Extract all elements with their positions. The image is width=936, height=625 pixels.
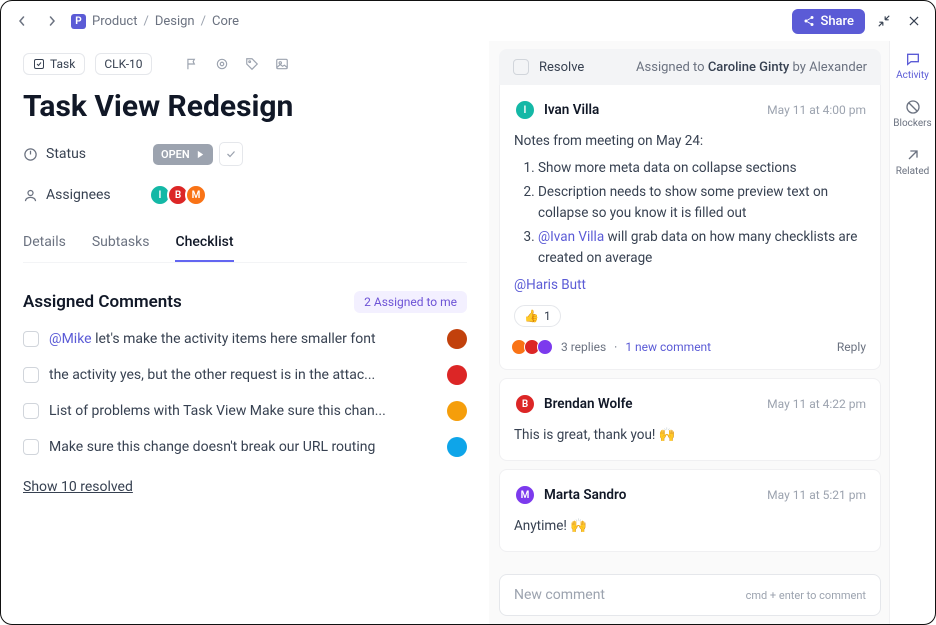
comment-text: Make sure this change doesn't break our … xyxy=(49,439,437,455)
resolve-label: Resolve xyxy=(539,60,584,75)
image-icon[interactable] xyxy=(272,54,292,74)
avatar xyxy=(447,365,467,385)
comment-checkbox[interactable] xyxy=(23,367,39,383)
comment-time: May 11 at 5:21 pm xyxy=(767,488,866,502)
rail-blockers[interactable]: Blockers xyxy=(890,99,935,129)
assignee-avatars[interactable]: I B M xyxy=(153,184,207,206)
comment-checkbox[interactable] xyxy=(23,331,39,347)
assignees-label: Assignees xyxy=(46,187,111,203)
reply-avatars xyxy=(514,339,553,355)
new-comment-input[interactable]: New comment cmd + enter to comment xyxy=(499,574,881,616)
breadcrumb-mid: Design xyxy=(155,14,195,29)
show-resolved-link[interactable]: Show 10 resolved xyxy=(23,479,467,495)
comment-checkbox[interactable] xyxy=(23,403,39,419)
comment-text: @Mike let's make the activity items here… xyxy=(49,331,437,347)
resolve-assigned-meta: Assigned to Caroline Ginty by Alexander xyxy=(636,60,867,75)
composer-hint: cmd + enter to comment xyxy=(746,589,866,602)
list-item: @Ivan Villa will grab data on how many c… xyxy=(538,227,866,269)
comment-text: the activity yes, but the other request … xyxy=(49,367,437,383)
reaction-count: 1 xyxy=(544,309,551,323)
comment-time: May 11 at 4:22 pm xyxy=(767,397,866,411)
tab-subtasks[interactable]: Subtasks xyxy=(92,234,150,262)
blocker-icon xyxy=(905,99,921,115)
reply-link[interactable]: Reply xyxy=(837,340,866,354)
reaction-emoji: 👍 xyxy=(524,309,539,323)
avatar xyxy=(447,329,467,349)
nav-forward[interactable] xyxy=(41,10,63,32)
comment-author: Brendan Wolfe xyxy=(544,396,633,412)
close-icon[interactable] xyxy=(903,10,925,32)
list-item: Description needs to show some preview t… xyxy=(538,182,866,224)
list-item: Show more meta data on collapse sections xyxy=(538,158,866,179)
status-icon xyxy=(23,147,38,162)
breadcrumb-leaf: Core xyxy=(212,14,239,29)
tag-icon[interactable] xyxy=(242,54,262,74)
assigned-badge: 2 Assigned to me xyxy=(354,291,467,313)
breadcrumb-project: Product xyxy=(92,14,137,29)
flag-icon[interactable] xyxy=(182,54,202,74)
collapse-icon[interactable] xyxy=(873,10,895,32)
comment-time: May 11 at 4:00 pm xyxy=(767,103,866,117)
avatar: I xyxy=(514,99,536,121)
comment-body: This is great, thank you! 🙌 xyxy=(514,425,866,446)
mention[interactable]: @Haris Butt xyxy=(514,275,866,296)
comment-text: List of problems with Task View Make sur… xyxy=(49,403,437,419)
play-icon xyxy=(196,150,205,159)
assigned-comment-row[interactable]: the activity yes, but the other request … xyxy=(23,365,467,385)
share-button[interactable]: Share xyxy=(792,9,865,34)
section-title: Assigned Comments xyxy=(23,292,182,312)
comment-checkbox[interactable] xyxy=(23,439,39,455)
reaction-button[interactable]: 👍 1 xyxy=(514,305,561,327)
target-icon[interactable] xyxy=(212,54,232,74)
task-type-label: Task xyxy=(50,57,75,71)
avatar xyxy=(447,437,467,457)
checklist-icon xyxy=(33,58,45,70)
comment-author: Ivan Villa xyxy=(544,102,599,118)
breadcrumb[interactable]: P Product / Design / Core xyxy=(71,14,239,29)
avatar: M xyxy=(185,184,207,206)
page-title: Task View Redesign xyxy=(23,89,467,124)
avatar: M xyxy=(514,484,536,506)
share-label: Share xyxy=(820,14,854,29)
rail-label: Blockers xyxy=(893,118,931,129)
rail-label: Activity xyxy=(896,70,929,81)
status-pill[interactable]: OPEN xyxy=(153,144,213,165)
tab-checklist[interactable]: Checklist xyxy=(175,234,233,262)
avatar xyxy=(447,401,467,421)
nav-back[interactable] xyxy=(11,10,33,32)
comment-intro: Notes from meeting on May 24: xyxy=(514,131,866,152)
new-comment-badge: 1 new comment xyxy=(625,340,711,354)
assigned-comment-row[interactable]: @Mike let's make the activity items here… xyxy=(23,329,467,349)
chat-icon xyxy=(905,51,921,67)
project-icon: P xyxy=(71,14,86,29)
task-id-pill[interactable]: CLK-10 xyxy=(95,53,151,75)
share-icon xyxy=(803,15,815,27)
composer-placeholder: New comment xyxy=(514,587,605,603)
related-icon xyxy=(905,147,921,163)
avatar: B xyxy=(514,393,536,415)
person-icon xyxy=(23,188,38,203)
assigned-comment-row[interactable]: Make sure this change doesn't break our … xyxy=(23,437,467,457)
resolve-checkbox[interactable] xyxy=(513,59,529,75)
approve-button[interactable] xyxy=(219,142,243,166)
comment-author: Marta Sandro xyxy=(544,487,626,503)
reply-count: 3 replies xyxy=(561,340,606,354)
status-value: OPEN xyxy=(161,148,190,161)
comment-body: Anytime! 🙌 xyxy=(514,516,866,537)
status-label: Status xyxy=(46,146,86,162)
assigned-comment-row[interactable]: List of problems with Task View Make sur… xyxy=(23,401,467,421)
rail-label: Related xyxy=(896,166,930,177)
task-type-pill[interactable]: Task xyxy=(23,53,85,75)
rail-related[interactable]: Related xyxy=(890,147,935,177)
tab-details[interactable]: Details xyxy=(23,234,66,262)
rail-activity[interactable]: Activity xyxy=(890,51,935,81)
